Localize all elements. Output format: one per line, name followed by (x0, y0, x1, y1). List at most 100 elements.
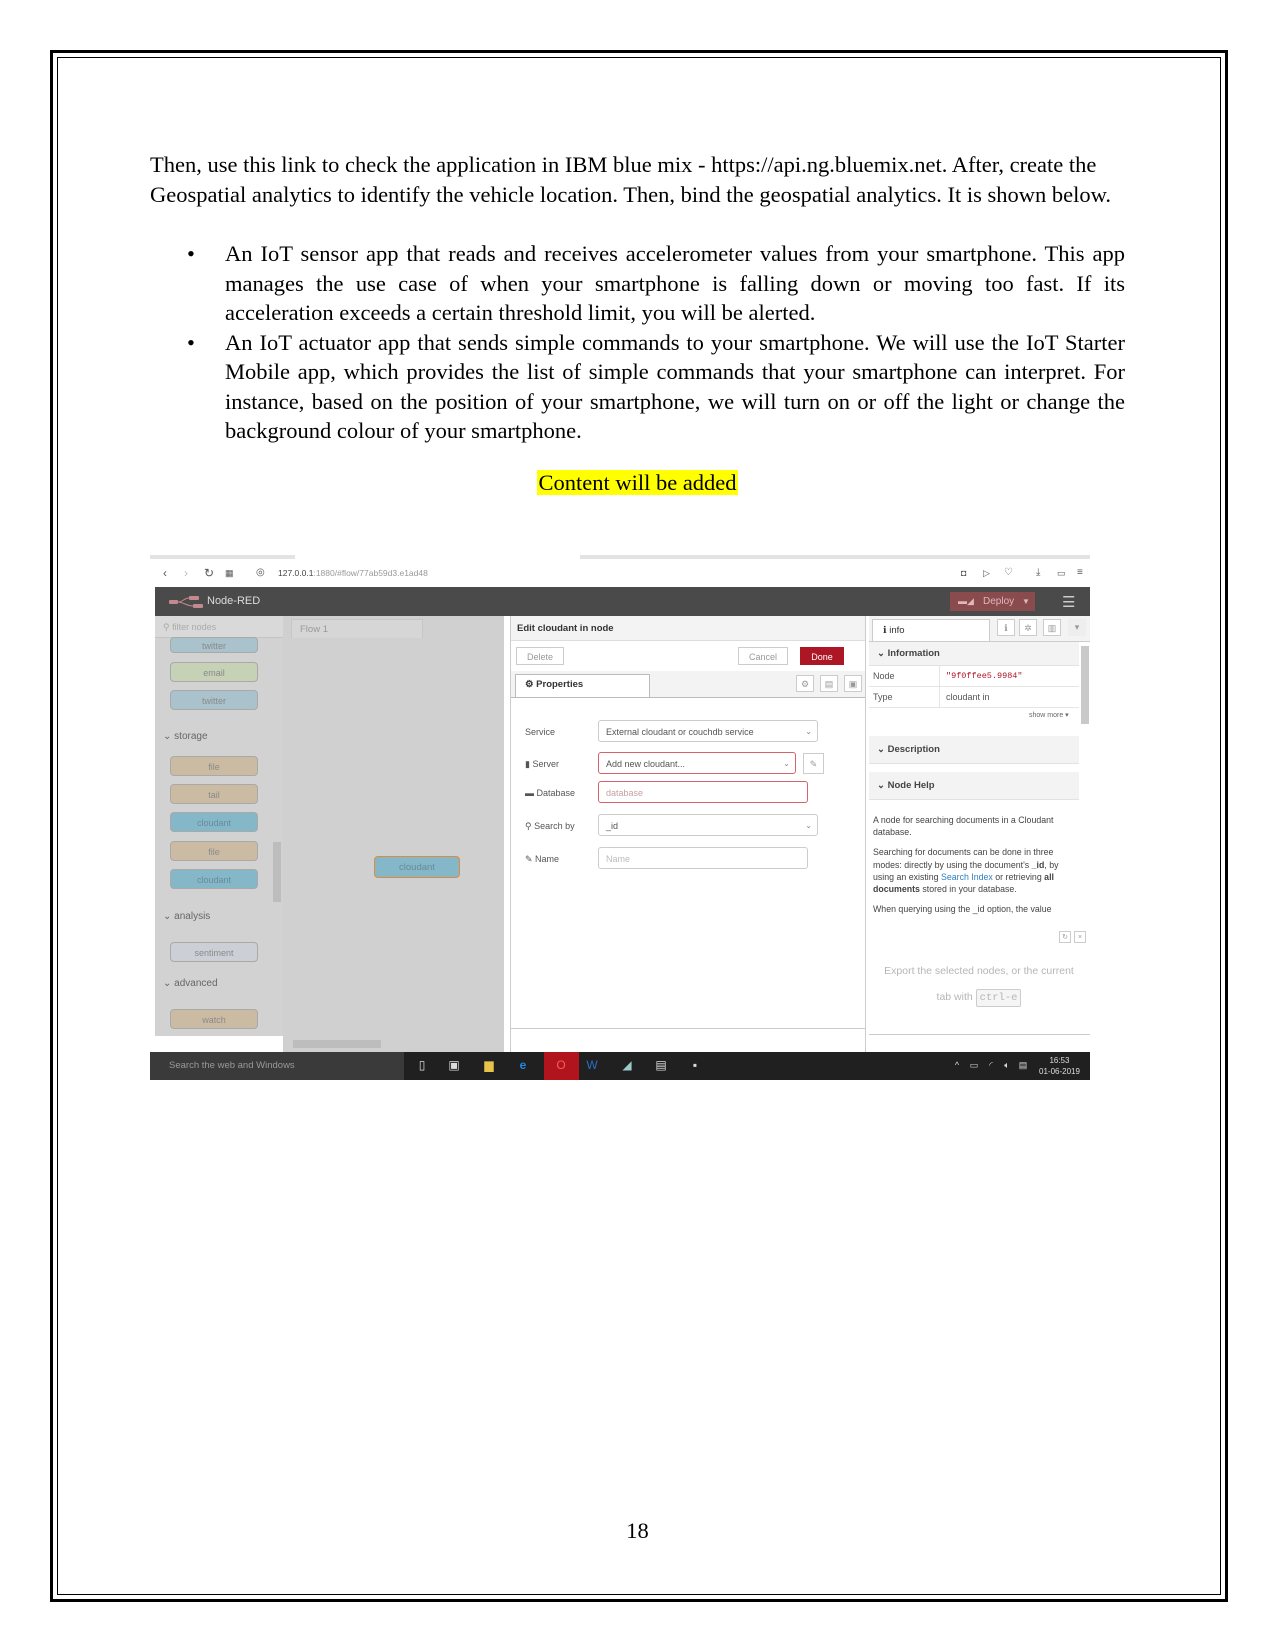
intro-paragraph: Then, use this link to check the applica… (150, 152, 1112, 207)
category-analysis[interactable]: ⌄ analysis (163, 911, 210, 922)
refresh-icon[interactable]: ↻ (1059, 931, 1071, 943)
tab-info[interactable]: ℹ info (872, 619, 990, 641)
editor-title: Edit cloudant in node (511, 616, 865, 641)
bullet-item: • An IoT actuator app that sends simple c… (187, 329, 1125, 444)
url-bar[interactable]: 127.0.0.1:1880/#flow/77ab59d3.e1ad48 (278, 568, 428, 578)
store-icon[interactable]: ▣ (447, 1058, 461, 1072)
flow-canvas[interactable]: Flow 1 cloudant (283, 616, 504, 1052)
deploy-button[interactable]: ▬◢ Deploy ▼ (950, 592, 1035, 611)
service-label: Service (525, 727, 556, 737)
canvas-node-cloudant[interactable]: cloudant (374, 856, 460, 878)
deploy-icon: ▬◢ (958, 596, 974, 606)
service-select[interactable]: External cloudant or couchdb service ⌄ (598, 720, 818, 742)
battery-icon[interactable]: ▭ (967, 1058, 981, 1072)
terminal-icon[interactable]: ▪ (688, 1058, 702, 1072)
node-type-row: Type cloudant in (869, 687, 1079, 708)
palette-node-file[interactable]: file (170, 756, 258, 776)
gear-icon: ⚙ (525, 679, 537, 690)
category-storage[interactable]: ⌄ storage (163, 731, 208, 742)
embedded-screenshot: ‹ › ↻ ▦ ◎ 127.0.0.1:1880/#flow/77ab59d3.… (150, 555, 1090, 1080)
palette-node-cloudant[interactable]: cloudant (170, 812, 258, 832)
tabs-grid-icon[interactable]: ▦ (225, 568, 234, 579)
opera-icon[interactable]: O (554, 1058, 568, 1072)
export-hint: Export the selected nodes, or the curren… (879, 958, 1079, 1011)
appearance-tab-icon[interactable]: ▣ (844, 675, 862, 692)
canvas-scrollbar[interactable] (293, 1040, 381, 1048)
palette-node-twitter[interactable]: twitter (170, 637, 258, 653)
notification-icon[interactable]: ▤ (1016, 1058, 1030, 1072)
palette-node-file[interactable]: file (170, 841, 258, 861)
taskbar-search[interactable]: Search the web and Windows (150, 1052, 404, 1080)
description-section[interactable]: ⌄ Description (869, 736, 1079, 764)
done-button[interactable]: Done (800, 647, 844, 665)
palette-node-watch[interactable]: watch (170, 1009, 258, 1029)
chevron-up-icon[interactable]: ^ (950, 1058, 964, 1072)
info-tab-icon[interactable]: ℹ (997, 619, 1015, 636)
task-view-icon[interactable]: ▯ (415, 1058, 429, 1072)
server-label: ▮ Server (525, 759, 559, 769)
show-more-link[interactable]: show more ▾ (1029, 711, 1069, 719)
volume-icon[interactable]: 🔈︎ (1000, 1058, 1014, 1072)
node-red-logo-icon (169, 596, 203, 608)
node-id-row: Node "9f0ffee5.9984" (869, 666, 1079, 687)
word-icon[interactable]: W (585, 1058, 599, 1072)
searchby-label: ⚲ Search by (525, 821, 575, 831)
back-icon[interactable]: ‹ (163, 566, 167, 580)
editor-footer-divider (511, 1028, 865, 1029)
clapper-icon[interactable]: ▤ (654, 1058, 668, 1072)
searchby-select[interactable]: _id ⌄ (598, 814, 818, 836)
dashboard-tab-icon[interactable]: ▥ (1043, 619, 1061, 636)
debug-tab-icon[interactable]: ✲ (1019, 619, 1037, 636)
edit-server-pencil-icon[interactable]: ✎ (803, 753, 824, 774)
sidebar-footer-divider (869, 1034, 1090, 1035)
settings-icon[interactable]: ≡ (1077, 567, 1083, 578)
name-input[interactable]: Name (598, 847, 808, 869)
wifi-icon[interactable]: ◜ (984, 1058, 998, 1072)
briefcase-icon: ▬ (525, 788, 537, 798)
palette-node-sentiment[interactable]: sentiment (170, 942, 258, 962)
palette-node-email[interactable]: email (170, 662, 258, 682)
chevron-down-icon: ▼ (1022, 597, 1030, 606)
send-icon[interactable]: ▷ (983, 568, 990, 579)
description-tab-icon[interactable]: ▤ (820, 675, 838, 692)
download-icon[interactable]: ⤓ (1036, 567, 1040, 578)
cancel-button[interactable]: Cancel (738, 647, 788, 665)
filter-nodes-input[interactable]: ⚲ filter nodes (155, 616, 290, 638)
info-sidebar: ℹ info ℹ ✲ ▥ ▾ ⌄ Information Node "9f0ffe… (869, 616, 1090, 1052)
node-help-section[interactable]: ⌄ Node Help (869, 772, 1079, 800)
reload-icon[interactable]: ↻ (204, 566, 214, 580)
database-label: ▬ Database (525, 788, 576, 798)
app-title: Node-RED (207, 595, 261, 607)
edge-icon[interactable]: e (516, 1058, 530, 1072)
server-select[interactable]: Add new cloudant... ⌄ (598, 752, 796, 774)
close-icon[interactable]: × (1074, 931, 1086, 943)
chevron-down-icon[interactable]: ▾ (1068, 619, 1086, 636)
settings-tab-icon[interactable]: ⚙ (796, 675, 814, 692)
app-icon[interactable]: ◢ (620, 1058, 634, 1072)
file-explorer-icon[interactable]: ▆ (482, 1058, 496, 1072)
edit-node-panel: Edit cloudant in node Delete Cancel Done… (510, 616, 866, 1052)
database-input[interactable]: database (598, 781, 808, 803)
node-palette: ⚲ filter nodes twitter email twitter ⌄ s… (155, 616, 290, 1036)
palette-node-tail[interactable]: tail (170, 784, 258, 804)
heart-icon[interactable]: ♡ (1004, 567, 1013, 578)
information-section[interactable]: ⌄ Information (869, 642, 1079, 666)
forward-icon[interactable]: › (184, 566, 188, 580)
battery-icon: ▭ (1057, 568, 1066, 578)
palette-scrollbar[interactable] (273, 842, 281, 902)
search-icon: ⚲ (163, 622, 173, 632)
tab-flow-1[interactable]: Flow 1 (291, 619, 423, 638)
search-index-link[interactable]: Search Index (941, 872, 993, 882)
palette-node-twitter[interactable]: twitter (170, 690, 258, 710)
delete-button[interactable]: Delete (516, 647, 564, 665)
hamburger-menu-icon[interactable]: ☰ (1062, 593, 1075, 611)
palette-node-cloudant[interactable]: cloudant (170, 869, 258, 889)
globe-icon: ◎ (256, 567, 265, 578)
sidebar-scrollbar[interactable] (1081, 646, 1089, 724)
tag-icon: ✎ (525, 854, 536, 864)
tab-properties[interactable]: ⚙ Properties (515, 674, 650, 697)
windows-taskbar: Search the web and Windows ▯ ▣ ▆ e O W ◢… (150, 1052, 1090, 1080)
camera-icon[interactable]: ◘ (961, 568, 966, 578)
category-advanced[interactable]: ⌄ advanced (163, 978, 218, 989)
taskbar-clock[interactable]: 16:53 01-06-2019 (1039, 1055, 1080, 1077)
